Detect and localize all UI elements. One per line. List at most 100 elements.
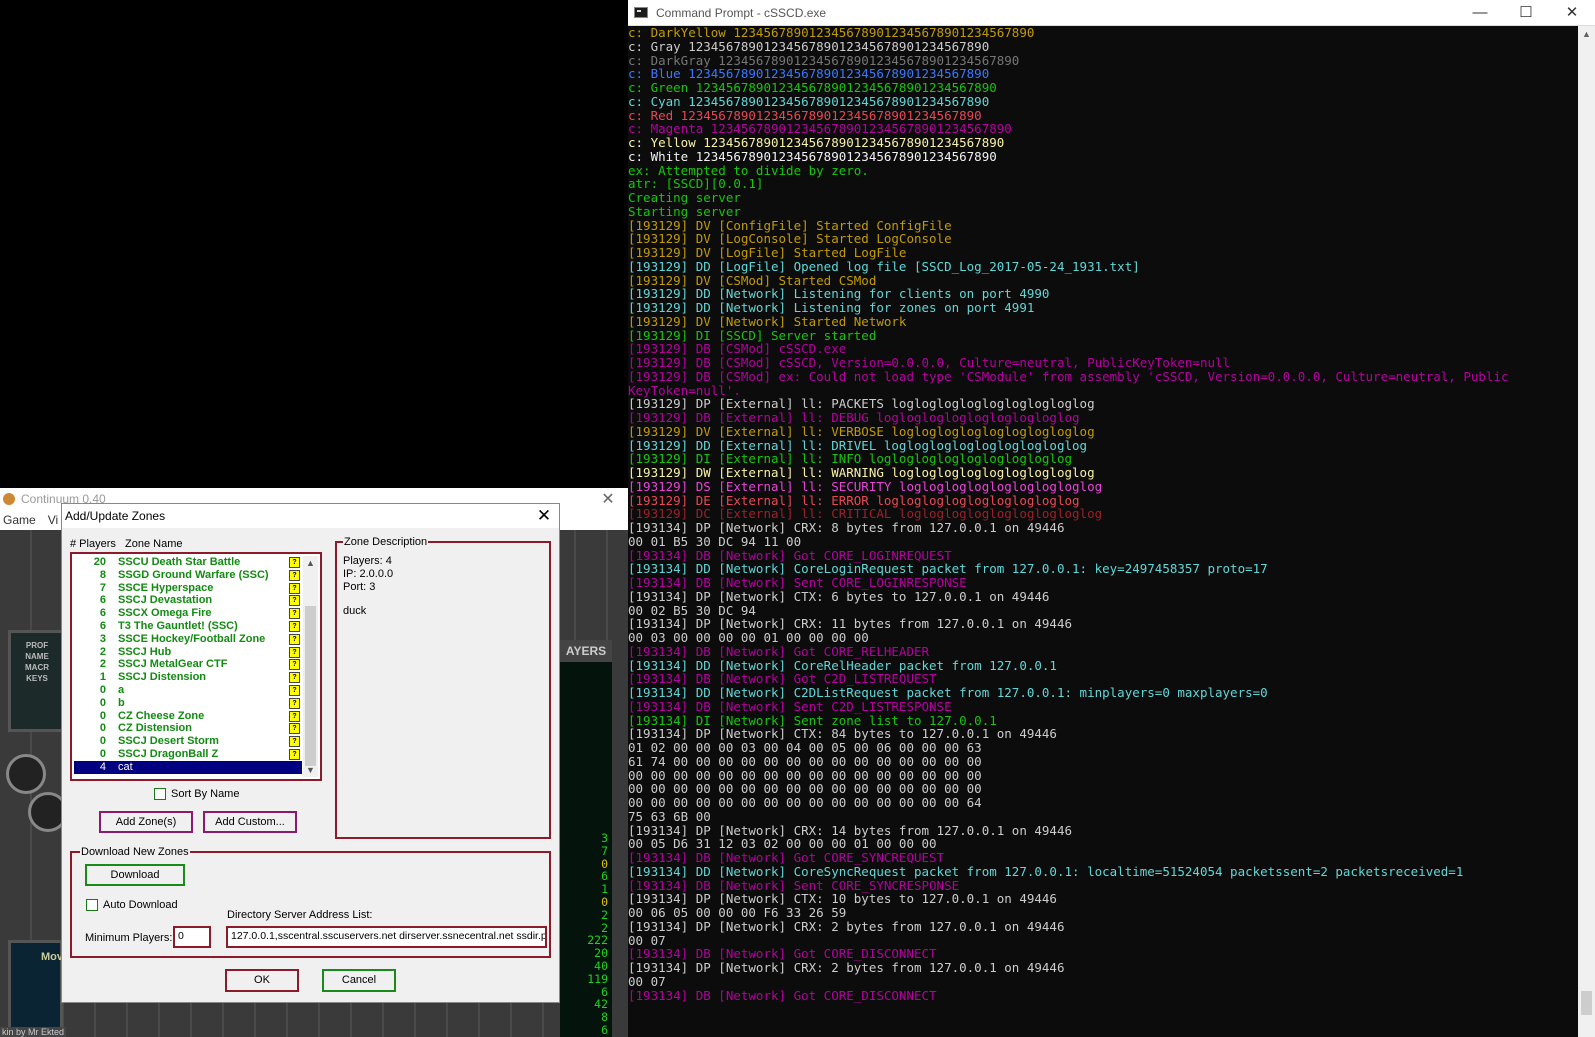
player-count: 7 bbox=[601, 843, 608, 858]
scroll-thumb[interactable] bbox=[305, 606, 316, 766]
console-output[interactable]: c: DarkYellow 12345678901234567890123456… bbox=[628, 26, 1568, 1037]
zone-list-item[interactable]: 0 SSCJ Desert Storm? bbox=[74, 735, 302, 748]
cmd-titlebar: Command Prompt - cSSCD.exe — ☐ ✕ bbox=[628, 0, 1595, 26]
menu-game[interactable]: Game bbox=[3, 513, 36, 527]
console-line: [193134] DI [Network] Sent zone list to … bbox=[628, 712, 997, 728]
zone-list-item[interactable]: 0 SSCJ DragonBall Z? bbox=[74, 748, 302, 761]
zone-player-count: 0 bbox=[99, 747, 106, 760]
scroll-up-icon[interactable]: ▲ bbox=[1578, 26, 1595, 43]
auto-download-checkbox[interactable]: Auto Download bbox=[86, 899, 178, 912]
zone-player-count: 2 bbox=[99, 645, 106, 658]
zone-name: SSCJ Desert Storm bbox=[118, 735, 219, 748]
mov-panel: Mov bbox=[8, 940, 63, 1037]
zone-player-count: 3 bbox=[99, 632, 106, 645]
zone-list-item[interactable]: 1 SSCJ Distension? bbox=[74, 671, 302, 684]
zone-name: CZ Distension bbox=[118, 722, 192, 735]
player-count: 119 bbox=[587, 971, 608, 986]
add-custom-button[interactable]: Add Custom... bbox=[203, 811, 297, 833]
cancel-button[interactable]: Cancel bbox=[322, 969, 396, 992]
zone-list-item[interactable]: 6 SSCX Omega Fire? bbox=[74, 607, 302, 620]
console-line: [193129] DD [External] ll: DRIVEL loglog… bbox=[628, 437, 1088, 453]
players-label: AYERS bbox=[560, 640, 612, 662]
zone-name: SSCE Hockey/Football Zone bbox=[118, 632, 266, 645]
continuum-close-button[interactable]: ✕ bbox=[588, 489, 628, 509]
zone-list-item[interactable]: 0 CZ Cheese Zone? bbox=[74, 710, 302, 723]
ship-icon[interactable] bbox=[6, 754, 46, 794]
zone-info-icon[interactable]: ? bbox=[289, 736, 300, 748]
scroll-down-icon[interactable]: ▼ bbox=[303, 763, 318, 777]
zone-info-icon[interactable]: ? bbox=[289, 748, 300, 760]
zone-info-icon[interactable]: ? bbox=[289, 646, 300, 658]
zone-ip: IP: 2.0.0.0 bbox=[343, 567, 394, 580]
checkbox-icon[interactable] bbox=[154, 788, 166, 801]
minimize-button[interactable]: — bbox=[1457, 0, 1503, 25]
zone-info-icon[interactable]: ? bbox=[289, 569, 300, 581]
zone-info-icon[interactable]: ? bbox=[289, 684, 300, 696]
zone-list-item[interactable]: 2 SSCJ MetalGear CTF? bbox=[74, 658, 302, 671]
zone-info-icon[interactable]: ? bbox=[289, 582, 300, 594]
zone-info-icon[interactable]: ? bbox=[289, 620, 300, 632]
zone-list-item[interactable]: 2 SSCJ Hub? bbox=[74, 646, 302, 659]
ok-button[interactable]: OK bbox=[225, 969, 299, 992]
console-line: [193134] DB [Network] Got CORE_DISCONNEC… bbox=[628, 987, 937, 1003]
zone-list-item[interactable]: 3 SSCE Hockey/Football Zone? bbox=[74, 633, 302, 646]
zone-info-icon[interactable]: ? bbox=[289, 710, 300, 722]
player-count: 3 bbox=[601, 831, 608, 845]
zone-list-item[interactable]: 7 SSCE Hyperspace? bbox=[74, 582, 302, 595]
zone-list-item[interactable]: 8 SSGD Ground Warfare (SSC)? bbox=[74, 569, 302, 582]
zone-info-icon[interactable]: ? bbox=[289, 659, 300, 671]
sort-by-name-checkbox[interactable]: Sort By Name bbox=[154, 788, 239, 801]
close-button[interactable]: ✕ bbox=[1549, 0, 1595, 25]
console-line: 00 00 00 00 00 00 00 00 00 00 00 00 00 0… bbox=[628, 795, 982, 810]
min-players-input[interactable]: 0 bbox=[173, 926, 211, 948]
console-line: [193134] DP [Network] CRX: 2 bytes from … bbox=[628, 960, 1065, 975]
name-label[interactable]: NAME bbox=[11, 652, 63, 661]
console-line: [193134] DP [Network] CTX: 10 bytes to 1… bbox=[628, 891, 1057, 907]
zone-list[interactable]: 20 SSCU Death Star Battle? 8 SSGD Ground Wa… bbox=[70, 552, 322, 781]
player-count: 2 bbox=[601, 907, 608, 922]
zone-players: Players: 4 bbox=[343, 555, 392, 567]
player-count: 6 bbox=[601, 1022, 608, 1037]
dialog-close-button[interactable]: ✕ bbox=[529, 506, 559, 526]
console-line: [193134] DD [Network] C2DListRequest pac… bbox=[628, 685, 1268, 700]
zone-list-item[interactable]: 6 SSCJ Devastation? bbox=[74, 594, 302, 607]
console-line: [193129] DB [External] ll: DEBUG loglogl… bbox=[628, 410, 1080, 425]
zone-info-icon[interactable]: ? bbox=[289, 608, 300, 620]
menu-view[interactable]: Vi bbox=[48, 513, 58, 527]
zone-info-icon[interactable]: ? bbox=[289, 595, 300, 607]
dir-server-input[interactable]: 127.0.0.1,sscentral.sscuservers.net dirs… bbox=[226, 926, 547, 948]
console-line: [193134] DP [Network] CTX: 84 bytes to 1… bbox=[628, 726, 1057, 742]
download-button[interactable]: Download bbox=[85, 864, 185, 886]
zone-list-item[interactable]: 6 T3 The Gauntlet! (SSC)? bbox=[74, 620, 302, 633]
macr-label[interactable]: MACR bbox=[11, 663, 63, 672]
player-count: 0 bbox=[601, 894, 608, 909]
zone-list-item[interactable]: 0 a? bbox=[74, 684, 302, 697]
zone-list-item[interactable]: 0 b? bbox=[74, 697, 302, 710]
zone-info-icon[interactable]: ? bbox=[289, 723, 300, 735]
zone-list-item[interactable]: 4 cat bbox=[74, 760, 302, 774]
prof-label[interactable]: PROF bbox=[11, 641, 63, 650]
zone-name: SSCJ DragonBall Z bbox=[118, 747, 219, 760]
scroll-thumb[interactable] bbox=[1581, 991, 1592, 1015]
zone-info-icon[interactable]: ? bbox=[289, 557, 300, 568]
console-scrollbar[interactable]: ▲ bbox=[1578, 26, 1595, 1037]
add-zones-button[interactable]: Add Zone(s) bbox=[99, 811, 193, 833]
player-count: 40 bbox=[594, 958, 608, 973]
console-line: c: DarkGray 1234567890123456789012345678… bbox=[628, 52, 1020, 68]
checkbox-icon[interactable] bbox=[86, 899, 98, 912]
zone-list-item[interactable]: 20 SSCU Death Star Battle? bbox=[74, 556, 302, 569]
console-line: Starting server bbox=[628, 203, 741, 219]
keys-label[interactable]: KEYS bbox=[11, 674, 63, 683]
zone-list-scrollbar[interactable]: ▲ ▼ bbox=[303, 556, 318, 777]
zone-info-icon[interactable]: ? bbox=[289, 672, 300, 684]
zone-name: cat bbox=[118, 760, 133, 773]
zone-info-icon[interactable]: ? bbox=[289, 633, 300, 645]
scroll-up-icon[interactable]: ▲ bbox=[303, 556, 318, 570]
left-menu-panel: PROF NAME MACR KEYS bbox=[8, 630, 66, 732]
maximize-button[interactable]: ☐ bbox=[1503, 0, 1549, 25]
zone-info-icon[interactable]: ? bbox=[289, 697, 300, 709]
console-line: [193134] DP [Network] CRX: 11 bytes from… bbox=[628, 616, 1073, 632]
console-line: Creating server bbox=[628, 190, 741, 205]
console-line: [193129] DD [Network] Listening for zone… bbox=[628, 300, 1035, 315]
zone-list-item[interactable]: 0 CZ Distension? bbox=[74, 722, 302, 735]
